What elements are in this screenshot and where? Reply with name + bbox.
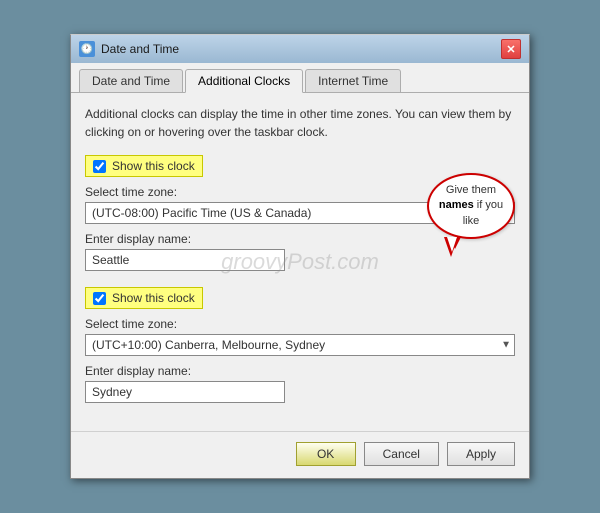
apply-button[interactable]: Apply	[447, 442, 515, 466]
title-bar-left: 🕐 Date and Time	[79, 41, 179, 57]
clock2-checkbox[interactable]	[93, 292, 106, 305]
tabs-bar: Date and Time Additional Clocks Internet…	[71, 63, 529, 93]
tab-date-and-time[interactable]: Date and Time	[79, 69, 183, 92]
clock1-show-text: Show this clock	[112, 159, 195, 173]
content-wrapper: groovyPost.com Give them names if you li…	[71, 93, 529, 431]
clock2-show-label[interactable]: Show this clock	[85, 287, 203, 309]
description-text: Additional clocks can display the time i…	[85, 105, 515, 141]
clock1-checkbox[interactable]	[93, 160, 106, 173]
callout-text-before: Give them	[446, 184, 496, 196]
clock2-name-wrapper: Enter display name:	[85, 364, 515, 407]
tab-additional-clocks[interactable]: Additional Clocks	[185, 69, 303, 93]
footer: OK Cancel Apply	[71, 431, 529, 478]
clock2-dropdown-wrapper: (UTC+10:00) Canberra, Melbourne, Sydney …	[85, 334, 515, 356]
close-button[interactable]: ✕	[501, 39, 521, 59]
clock2-timezone-label: Select time zone:	[85, 317, 515, 331]
window-title: Date and Time	[101, 42, 179, 56]
clock2-show-text: Show this clock	[112, 291, 195, 305]
callout-bold: names	[439, 199, 474, 211]
clock2-timezone-wrapper: Select time zone: (UTC+10:00) Canberra, …	[85, 317, 515, 356]
dialog-window: 🕐 Date and Time ✕ Date and Time Addition…	[70, 34, 530, 479]
tab-internet-time[interactable]: Internet Time	[305, 69, 401, 92]
main-content: Additional clocks can display the time i…	[71, 93, 529, 431]
window-icon: 🕐	[79, 41, 95, 57]
title-bar: 🕐 Date and Time ✕	[71, 35, 529, 63]
clock2-name-input[interactable]	[85, 381, 285, 403]
clock2-section: Show this clock Select time zone: (UTC+1…	[85, 287, 515, 407]
ok-button[interactable]: OK	[296, 442, 356, 466]
clock2-name-label: Enter display name:	[85, 364, 515, 378]
cancel-button[interactable]: Cancel	[364, 442, 439, 466]
callout-bubble: Give them names if you like	[427, 173, 515, 239]
clock1-name-input[interactable]	[85, 249, 285, 271]
clock2-timezone-select[interactable]: (UTC+10:00) Canberra, Melbourne, Sydney	[85, 334, 515, 356]
clock1-show-label[interactable]: Show this clock	[85, 155, 203, 177]
